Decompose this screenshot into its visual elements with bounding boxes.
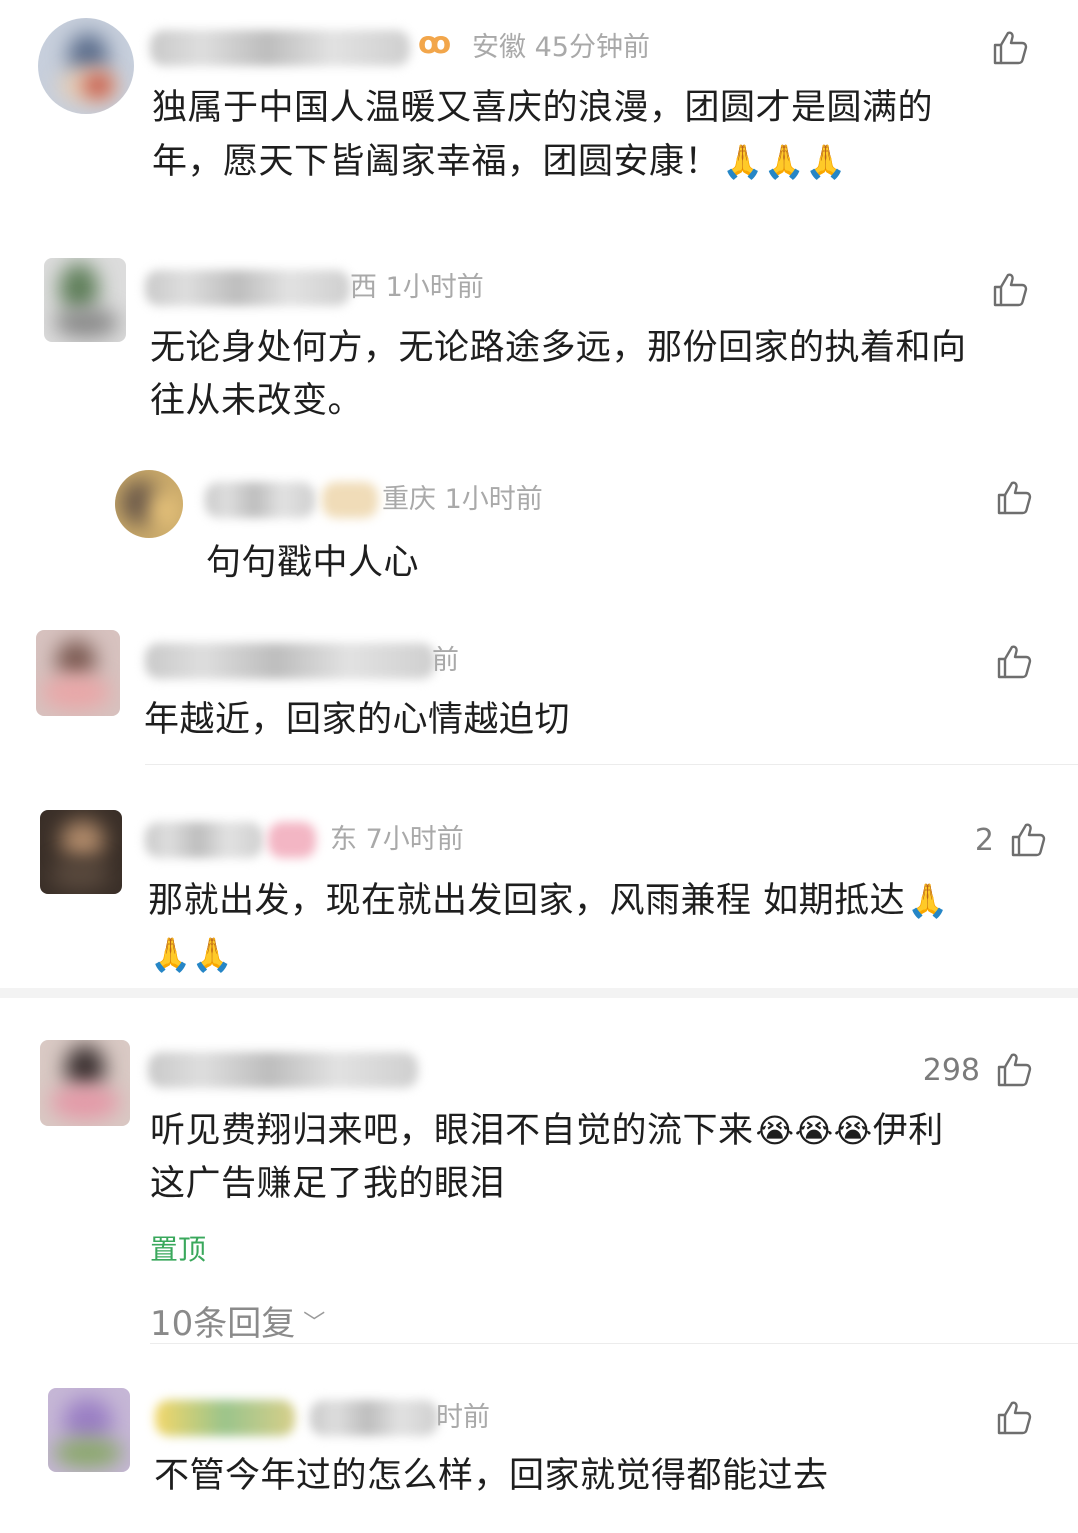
badge-icon xyxy=(268,822,316,858)
comment-meta: 安徽 45分钟前 xyxy=(472,32,650,63)
like-button[interactable]: 298 xyxy=(923,1050,1034,1090)
comment-text-line: 无论身处何方，无论路途多远，那份回家的执着和向 xyxy=(150,328,967,368)
username-blurred[interactable] xyxy=(150,30,410,66)
thumbs-up-icon xyxy=(994,642,1034,682)
like-button[interactable]: 2 xyxy=(975,820,1048,860)
like-count: 298 xyxy=(922,1052,980,1088)
thumbs-up-icon xyxy=(990,270,1030,310)
like-count: 2 xyxy=(974,822,994,858)
avatar[interactable] xyxy=(40,810,122,894)
avatar[interactable] xyxy=(115,470,183,538)
emoji-pray-icon: 🙏 xyxy=(907,881,949,920)
like-button[interactable] xyxy=(990,28,1030,68)
comment-meta: 西 1小时前 xyxy=(350,272,484,303)
username-blurred[interactable] xyxy=(145,643,435,679)
comment-text: 句句戳中人心 xyxy=(206,543,420,583)
username-blurred[interactable] xyxy=(155,1400,295,1436)
comment-meta: 东 7小时前 xyxy=(330,824,464,855)
comment-text: 不管今年过的怎么样，回家就觉得都能过去 xyxy=(154,1456,829,1496)
avatar[interactable] xyxy=(44,258,126,342)
thumbs-up-icon xyxy=(994,478,1034,518)
emoji-crying-icon: 😭😭😭 xyxy=(755,1111,873,1150)
comment-meta: 时前 xyxy=(436,1402,490,1433)
badge-icon: ꝏ xyxy=(418,26,452,61)
like-button[interactable] xyxy=(994,478,1034,518)
username-blurred[interactable] xyxy=(148,1052,418,1088)
comment-text: 听见费翔归来吧，眼泪不自觉的流下来😭😭😭伊利 这广告赚足了我的眼泪 xyxy=(150,1104,1060,1211)
comment-text-line: 独属于中国人温暖又喜庆的浪漫，团圆才是圆满的 xyxy=(152,88,934,128)
username-blurred[interactable] xyxy=(145,822,263,858)
comment-text-line: 年，愿天下皆阖家幸福，团圆安康！ xyxy=(152,142,721,182)
divider xyxy=(145,764,1078,765)
pinned-label: 置顶 xyxy=(150,1233,207,1266)
emoji-pray-icon: 🙏🙏🙏 xyxy=(722,142,847,181)
like-button[interactable] xyxy=(990,270,1030,310)
username-blurred[interactable] xyxy=(145,270,350,306)
badge-icon xyxy=(322,482,378,518)
avatar[interactable] xyxy=(36,630,120,716)
comment-meta: 前 xyxy=(432,645,459,676)
thumbs-up-icon xyxy=(994,1050,1034,1090)
comment-text: 无论身处何方，无论路途多远，那份回家的执着和向 往从未改变。 xyxy=(150,322,1050,428)
comment-text-line: 这广告赚足了我的眼泪 xyxy=(150,1164,506,1204)
section-divider xyxy=(0,988,1078,998)
view-replies-button[interactable]: 10条回复 ﹀ xyxy=(150,1296,325,1345)
avatar[interactable] xyxy=(40,1040,130,1126)
emoji-pray-icon: 🙏🙏 xyxy=(150,935,234,974)
comment-text: 独属于中国人温暖又喜庆的浪漫，团圆才是圆满的 年，愿天下皆阖家幸福，团圆安康！🙏… xyxy=(152,82,1032,189)
like-button[interactable] xyxy=(994,1398,1034,1438)
like-button[interactable] xyxy=(994,642,1034,682)
comment-text: 那就出发，现在就出发回家，风雨兼程 如期抵达🙏 🙏🙏 xyxy=(148,874,1058,982)
comment-text-line: 那就出发，现在就出发回家，风雨兼程 如期抵达 xyxy=(148,881,906,921)
username-blurred[interactable] xyxy=(310,1400,438,1436)
avatar[interactable] xyxy=(48,1388,130,1472)
username-blurred[interactable] xyxy=(205,482,315,518)
comment-meta: 重庆 1小时前 xyxy=(382,484,543,515)
comment-text-line: 伊利 xyxy=(872,1111,944,1151)
comment-text-line: 往从未改变。 xyxy=(150,381,364,421)
divider xyxy=(150,1343,1078,1344)
replies-count: 10条回复 xyxy=(150,1304,296,1344)
comment-text: 年越近，回家的心情越迫切 xyxy=(144,700,571,740)
thumbs-up-icon xyxy=(1008,820,1048,860)
thumbs-up-icon xyxy=(994,1398,1034,1438)
thumbs-up-icon xyxy=(990,28,1030,68)
comment-text-line: 听见费翔归来吧，眼泪不自觉的流下来 xyxy=(150,1111,754,1151)
chevron-down-icon: ﹀ xyxy=(303,1310,326,1336)
avatar[interactable] xyxy=(38,18,134,114)
